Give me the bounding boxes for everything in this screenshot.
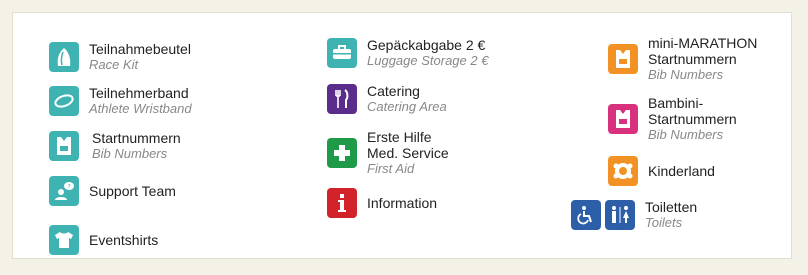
legend-item-information: Information bbox=[327, 188, 437, 218]
info-icon bbox=[327, 188, 357, 218]
legend-label-de: Kinderland bbox=[648, 163, 715, 179]
bambini-bib-icon bbox=[608, 104, 638, 134]
legend-label-en: Race Kit bbox=[89, 57, 139, 72]
legend-label-de: Information bbox=[367, 195, 438, 211]
legend-panel: Teilnahmebeutel Race Kit Teilnehmerband … bbox=[12, 12, 792, 259]
legend-label-en: Toilets bbox=[645, 215, 683, 230]
legend-label-de: Startnummern bbox=[92, 130, 181, 146]
legend-item-bib-numbers: Startnummern Bib Numbers bbox=[49, 130, 181, 162]
legend-item-first-aid: Erste Hilfe Med. Service First Aid bbox=[327, 129, 449, 177]
fork-knife-icon bbox=[327, 84, 357, 114]
legend-item-mini-marathon: mini-MARATHON Startnummern Bib Numbers bbox=[608, 35, 757, 83]
legend-label-en: Catering Area bbox=[367, 99, 447, 114]
toilet-icon bbox=[605, 200, 635, 230]
legend-label-de-line2: Startnummern bbox=[648, 111, 737, 127]
legend-label-de: Toiletten bbox=[645, 199, 698, 215]
kids-area-icon bbox=[608, 156, 638, 186]
legend-item-bambini: Bambini- Startnummern Bib Numbers bbox=[608, 95, 737, 143]
legend-label-en: Luggage Storage 2 € bbox=[367, 53, 489, 68]
wheelchair-icon bbox=[571, 200, 601, 230]
support-team-icon: ? bbox=[49, 176, 79, 206]
legend-label-en: First Aid bbox=[367, 161, 415, 176]
legend-label-de: mini-MARATHON bbox=[648, 35, 758, 51]
wristband-icon bbox=[49, 86, 79, 116]
first-aid-cross-icon bbox=[327, 138, 357, 168]
legend-label-de: Teilnahmebeutel bbox=[89, 41, 191, 57]
legend-item-eventshirts: Eventshirts bbox=[49, 225, 158, 255]
legend-label-de: Teilnehmerband bbox=[89, 85, 189, 101]
legend-item-race-kit: Teilnahmebeutel Race Kit bbox=[49, 41, 191, 73]
legend-label-de: Support Team bbox=[89, 183, 176, 199]
legend-item-support-team: ? Support Team bbox=[49, 176, 176, 206]
legend-label-de-line2: Med. Service bbox=[367, 145, 449, 161]
mini-marathon-bib-icon bbox=[608, 44, 638, 74]
legend-label-en: Bib Numbers bbox=[648, 67, 724, 82]
legend-item-catering: Catering Catering Area bbox=[327, 83, 447, 115]
race-kit-bag-icon bbox=[49, 42, 79, 72]
legend-label-de: Erste Hilfe bbox=[367, 129, 432, 145]
legend-label-de-line2: Startnummern bbox=[648, 51, 737, 67]
legend-label-en: Athlete Wristband bbox=[89, 101, 192, 116]
svg-text:?: ? bbox=[68, 184, 71, 191]
legend-item-wristband: Teilnehmerband Athlete Wristband bbox=[49, 85, 192, 117]
legend-item-toilets: Toiletten Toilets bbox=[571, 199, 697, 231]
legend-item-kinderland: Kinderland bbox=[608, 156, 715, 186]
legend-label-de: Catering bbox=[367, 83, 420, 99]
legend-label-en: Bib Numbers bbox=[648, 127, 724, 142]
shirt-icon bbox=[49, 225, 79, 255]
legend-label-de: Gepäckabgabe 2 € bbox=[367, 37, 486, 53]
luggage-icon bbox=[327, 38, 357, 68]
legend-label-en: Bib Numbers bbox=[92, 146, 168, 161]
legend-item-luggage: Gepäckabgabe 2 € Luggage Storage 2 € bbox=[327, 37, 488, 69]
legend-label-de: Bambini- bbox=[648, 95, 704, 111]
legend-label-de: Eventshirts bbox=[89, 232, 159, 248]
bib-number-icon bbox=[49, 131, 79, 161]
